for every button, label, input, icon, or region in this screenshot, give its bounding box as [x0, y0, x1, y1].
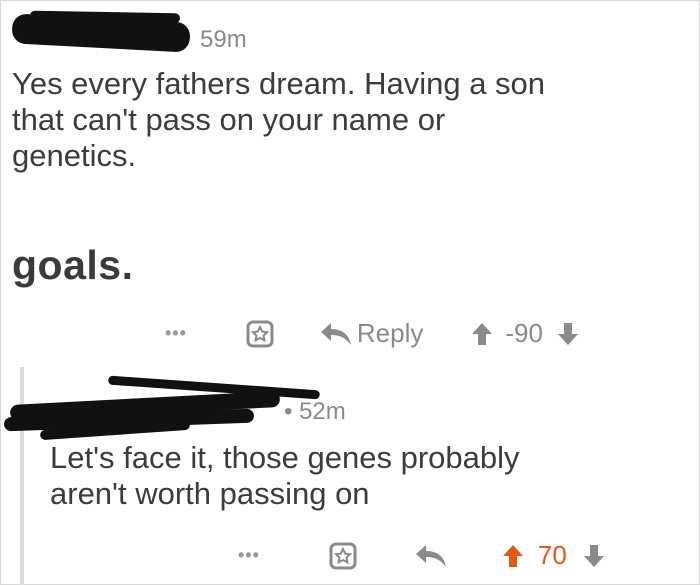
reply-icon[interactable]: [414, 543, 448, 569]
comment-actions: ••• 70: [238, 540, 605, 571]
comment-line: that can't pass on your name or: [12, 102, 446, 137]
comment-line: Yes every fathers dream. Having a son: [12, 66, 546, 101]
comment-timestamp: 59m: [200, 26, 247, 53]
vote-score: 70: [537, 540, 567, 570]
downvote-icon[interactable]: [557, 321, 579, 347]
comment-body: Let's face it, those genes probably aren…: [50, 440, 520, 512]
timestamp-value: 52m: [299, 398, 346, 425]
downvote-icon[interactable]: [583, 543, 605, 569]
gift-icon[interactable]: [245, 319, 275, 349]
meta-separator: •: [284, 398, 300, 425]
vote-score: -90: [505, 318, 543, 348]
upvote-icon[interactable]: [502, 543, 524, 569]
comment-body: Yes every fathers dream. Having a son th…: [12, 66, 545, 174]
comment-bold-line: goals.: [12, 242, 134, 288]
upvote-icon[interactable]: [471, 321, 493, 347]
comment-line: Let's face it, those genes probably: [50, 440, 520, 475]
more-options-button[interactable]: •••: [165, 323, 187, 344]
more-options-button[interactable]: •••: [238, 545, 260, 566]
thread-divider: [20, 367, 24, 585]
reply-icon: [319, 321, 353, 347]
comment-line: genetics.: [12, 138, 137, 173]
comment-actions: ••• Reply -90: [165, 318, 579, 349]
comment-timestamp: • 52m: [284, 398, 346, 426]
comment-line: aren't worth passing on: [50, 476, 370, 511]
gift-icon[interactable]: [328, 541, 358, 571]
reply-label: Reply: [356, 318, 424, 348]
reply-button[interactable]: Reply: [319, 318, 423, 349]
